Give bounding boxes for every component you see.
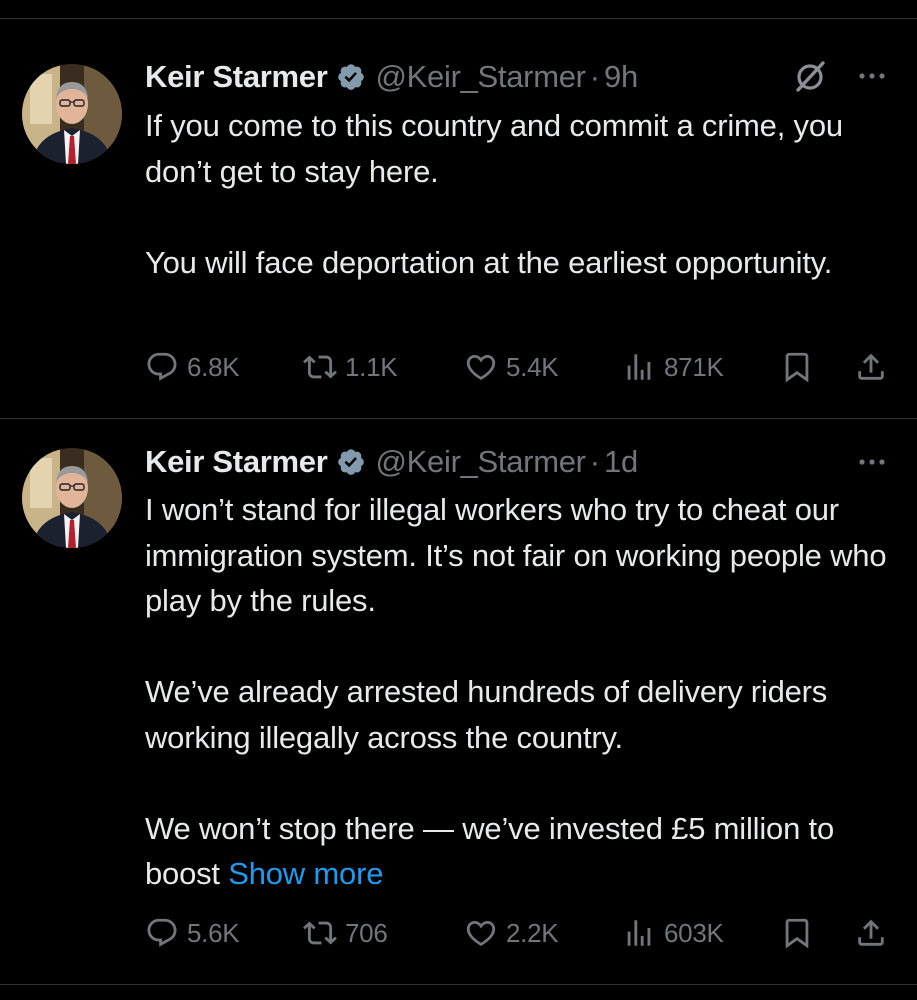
tweet-text: If you come to this country and commit a…	[145, 103, 905, 285]
reply-icon	[147, 352, 177, 381]
share-icon	[858, 353, 884, 380]
tweet-paragraph-last: We won’t stop there — we’ve invested £5 …	[145, 806, 905, 897]
bookmark-button[interactable]	[780, 347, 814, 387]
author-name[interactable]: Keir Starmer	[145, 444, 328, 480]
tweet-paragraph: If you come to this country and commit a…	[145, 108, 843, 189]
like-count: 5.4K	[506, 351, 559, 382]
bookmark-icon	[785, 918, 809, 949]
share-button[interactable]	[854, 913, 888, 953]
repost-icon	[303, 921, 337, 945]
like-icon	[466, 354, 496, 380]
reply-button[interactable]: 5.6K	[145, 913, 240, 953]
bookmark-button[interactable]	[780, 913, 814, 953]
reply-count: 6.8K	[187, 351, 240, 382]
like-icon	[466, 920, 496, 946]
repost-icon	[303, 355, 337, 379]
verified-badge-icon[interactable]	[336, 447, 366, 477]
like-button[interactable]: 2.2K	[464, 913, 559, 953]
timestamp[interactable]: 9h	[604, 59, 638, 95]
bookmark-icon	[785, 352, 809, 383]
repost-count: 706	[345, 917, 388, 948]
avatar-image	[22, 64, 122, 164]
more-icon[interactable]	[855, 445, 889, 479]
views-icon	[627, 920, 651, 946]
avatar-image	[22, 448, 122, 548]
share-button[interactable]	[854, 347, 888, 387]
share-icon	[858, 919, 884, 946]
top-divider	[0, 18, 917, 19]
reply-count: 5.6K	[187, 917, 240, 948]
dot-separator: ·	[589, 59, 601, 94]
reply-icon	[147, 918, 177, 947]
author-name[interactable]: Keir Starmer	[145, 59, 328, 95]
views-count: 871K	[664, 351, 724, 382]
tweet-paragraph: I won’t stand for illegal workers who tr…	[145, 492, 887, 618]
views-icon	[627, 354, 651, 380]
action-bar: 6.8K 1.1K 5.4K 871K	[0, 347, 917, 387]
show-more-link[interactable]: Show more	[228, 856, 383, 891]
tweet-header: Keir Starmer @Keir_Starmer · 9h	[145, 57, 638, 97]
timestamp[interactable]: 1d	[604, 444, 638, 480]
avatar[interactable]	[22, 448, 122, 548]
views-button[interactable]: 603K	[622, 913, 724, 953]
views-count: 603K	[664, 917, 724, 948]
repost-count: 1.1K	[345, 351, 398, 382]
avatar[interactable]	[22, 64, 122, 164]
tweet-header: Keir Starmer @Keir_Starmer · 1d	[145, 442, 638, 482]
tweet-paragraph: We’ve already arrested hundreds of deliv…	[145, 674, 828, 755]
verified-badge-icon[interactable]	[336, 62, 366, 92]
like-button[interactable]: 5.4K	[464, 347, 559, 387]
tweet-divider	[0, 418, 917, 419]
author-handle[interactable]: @Keir_Starmer	[376, 59, 586, 95]
repost-button[interactable]: 1.1K	[303, 347, 398, 387]
tweet-paragraph: You will face deportation at the earlies…	[145, 244, 833, 280]
repost-button[interactable]: 706	[303, 913, 388, 953]
dot-separator: ·	[589, 444, 601, 479]
more-icon[interactable]	[855, 59, 889, 93]
tweet-text: I won’t stand for illegal workers who tr…	[145, 487, 905, 897]
like-count: 2.2K	[506, 917, 559, 948]
author-handle[interactable]: @Keir_Starmer	[376, 444, 586, 480]
reply-button[interactable]: 6.8K	[145, 347, 240, 387]
views-button[interactable]: 871K	[622, 347, 724, 387]
bottom-divider	[0, 984, 917, 985]
grok-icon[interactable]	[792, 59, 828, 95]
action-bar: 5.6K 706 2.2K 603K	[0, 913, 917, 953]
